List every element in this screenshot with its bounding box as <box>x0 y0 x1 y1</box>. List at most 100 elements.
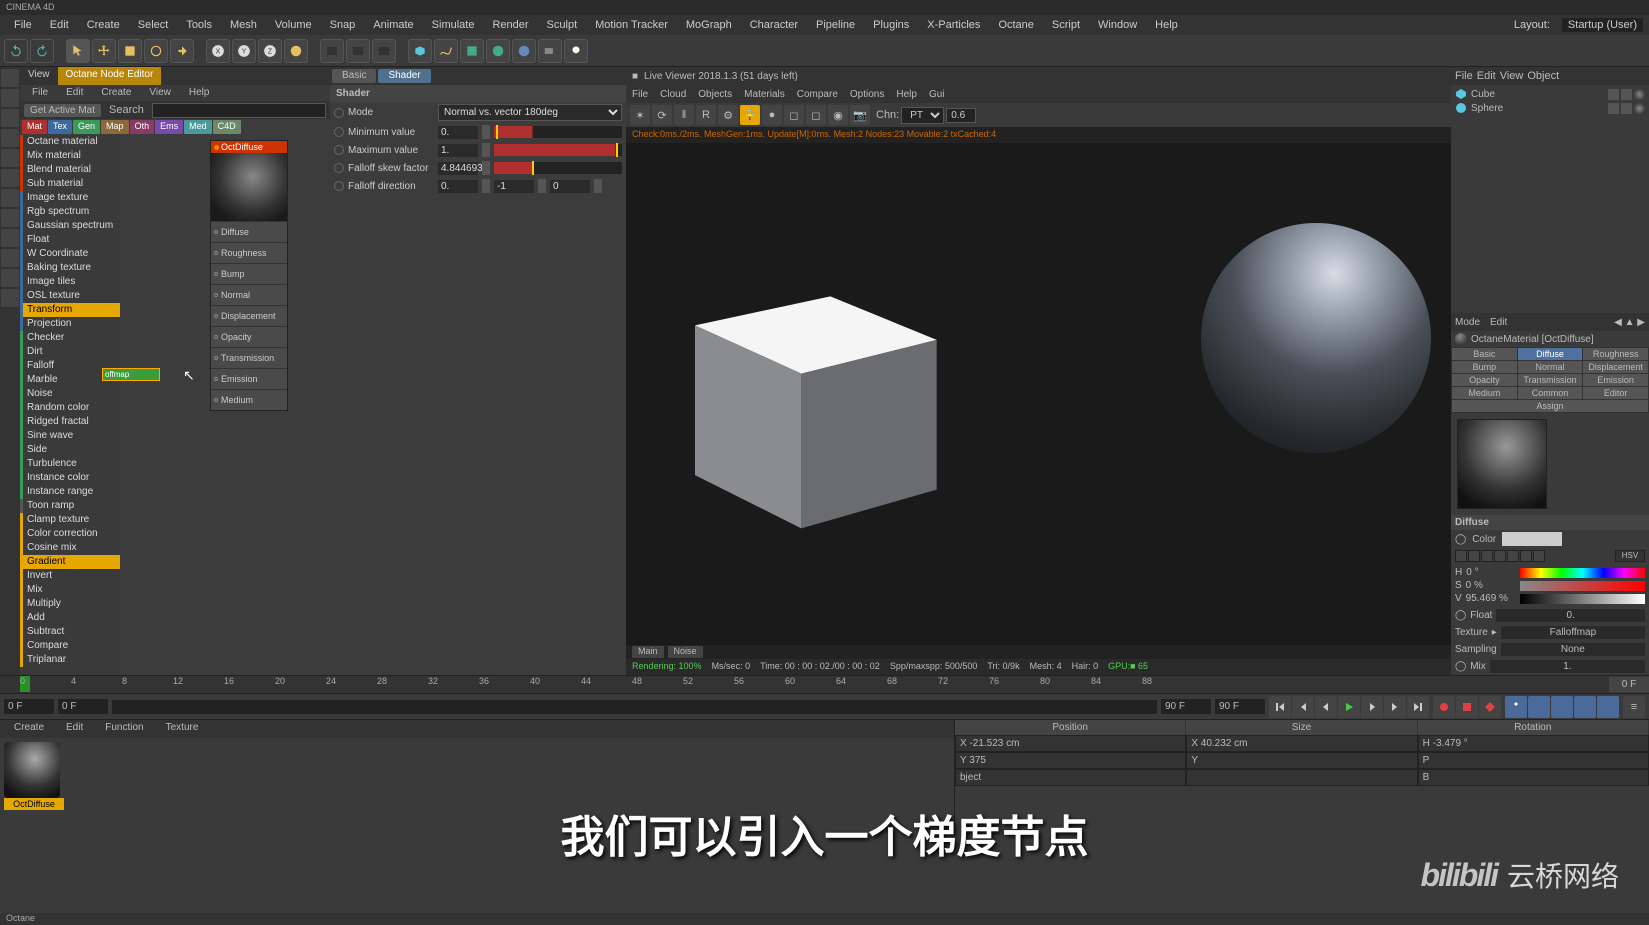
get-active-mat-button[interactable]: Get Active Mat <box>24 104 101 117</box>
dragging-node[interactable]: offmap <box>102 368 160 381</box>
scale-key-button[interactable] <box>1528 696 1550 718</box>
node-type-instance-color[interactable]: Instance color <box>20 471 120 485</box>
sat-slider[interactable] <box>1520 581 1645 591</box>
attr-tab-assign[interactable]: Assign <box>1452 400 1648 412</box>
menu-octane[interactable]: Octane <box>990 17 1041 33</box>
skew-value[interactable]: 4.844693 <box>438 162 478 175</box>
primitive-cube-button[interactable] <box>408 39 432 63</box>
vw-menu-materials[interactable]: Materials <box>744 89 785 100</box>
ne-menu-file[interactable]: File <box>24 86 56 100</box>
node-type-baking-texture[interactable]: Baking texture <box>20 261 120 275</box>
poly-mode-icon[interactable] <box>1 169 19 187</box>
scale-tool[interactable] <box>118 39 142 63</box>
menu-create[interactable]: Create <box>79 17 128 33</box>
layout-dropdown[interactable]: Startup (User) <box>1562 18 1643 32</box>
attr-tab-editor[interactable]: Editor <box>1583 387 1648 399</box>
attr-tab-diffuse[interactable]: Diffuse <box>1518 348 1583 360</box>
menu-select[interactable]: Select <box>130 17 177 33</box>
render-button[interactable] <box>320 39 344 63</box>
sat-value[interactable]: 0 % <box>1466 580 1516 591</box>
light-button[interactable] <box>564 39 588 63</box>
chn-dropdown[interactable]: PT <box>901 107 944 124</box>
mode-dropdown[interactable]: Normal vs. vector 180deg <box>438 104 622 121</box>
play-button[interactable] <box>1338 696 1360 718</box>
max-value[interactable]: 1. <box>438 144 478 157</box>
move-tool[interactable] <box>92 39 116 63</box>
timeline-options-button[interactable]: ≡ <box>1623 696 1645 718</box>
vw-render-icon[interactable]: ✶ <box>630 105 650 125</box>
attr-tab-displacement[interactable]: Displacement <box>1583 361 1648 373</box>
node-type-triplanar[interactable]: Triplanar <box>20 653 120 667</box>
filter-c4d[interactable]: C4D <box>213 120 241 134</box>
node-type-transform[interactable]: Transform <box>20 303 120 317</box>
render-settings-button[interactable] <box>372 39 396 63</box>
vw-region-icon[interactable]: R <box>696 105 716 125</box>
vw-sphere-icon[interactable]: ● <box>762 105 782 125</box>
end-frame-field1[interactable]: 90 F <box>1161 699 1211 714</box>
pla-key-button[interactable] <box>1597 696 1619 718</box>
dir-z-spin[interactable] <box>594 179 602 193</box>
attr-tab-emission[interactable]: Emission <box>1583 374 1648 386</box>
node-type-mix-material[interactable]: Mix material <box>20 149 120 163</box>
max-spinner[interactable] <box>482 143 490 157</box>
min-slider[interactable] <box>494 126 622 138</box>
sphere-tag1[interactable] <box>1608 103 1619 114</box>
max-radio[interactable] <box>334 145 344 155</box>
node-type-blend-material[interactable]: Blend material <box>20 163 120 177</box>
node-type-add[interactable]: Add <box>20 611 120 625</box>
rot-p[interactable]: P <box>1418 752 1649 769</box>
menu-edit[interactable]: Edit <box>42 17 77 33</box>
menu-mograph[interactable]: MoGraph <box>678 17 740 33</box>
hue-slider[interactable] <box>1520 568 1645 578</box>
attr-nav-icons[interactable]: ◀ ▲ ▶ <box>1614 317 1645 328</box>
chn-num[interactable] <box>946 108 976 123</box>
menu-tools[interactable]: Tools <box>178 17 220 33</box>
ne-menu-create[interactable]: Create <box>93 86 139 100</box>
node-type-sine-wave[interactable]: Sine wave <box>20 429 120 443</box>
rot-key-button[interactable] <box>1551 696 1573 718</box>
material-node[interactable]: OctDiffuse DiffuseRoughnessBumpNormalDis… <box>210 140 288 411</box>
vw-menu-cloud[interactable]: Cloud <box>660 89 686 100</box>
node-type-float[interactable]: Float <box>20 233 120 247</box>
workplane-icon[interactable] <box>1 209 19 227</box>
node-type-mix[interactable]: Mix <box>20 583 120 597</box>
dir-z[interactable]: 0 <box>550 180 590 193</box>
mat-menu-function[interactable]: Function <box>95 721 153 737</box>
cube-tag1[interactable] <box>1608 89 1619 100</box>
attr-tab-basic[interactable]: Basic <box>1452 348 1517 360</box>
node-slot-normal[interactable]: Normal <box>211 284 287 305</box>
ne-menu-help[interactable]: Help <box>181 86 218 100</box>
node-type-ridged-fractal[interactable]: Ridged fractal <box>20 415 120 429</box>
menu-volume[interactable]: Volume <box>267 17 320 33</box>
vw-pick-icon[interactable]: ◻ <box>784 105 804 125</box>
next-key-button[interactable] <box>1384 696 1406 718</box>
node-type-image-tiles[interactable]: Image tiles <box>20 275 120 289</box>
node-type-gaussian-spectrum[interactable]: Gaussian spectrum <box>20 219 120 233</box>
render-region-button[interactable] <box>346 39 370 63</box>
menu-motion-tracker[interactable]: Motion Tracker <box>587 17 676 33</box>
node-type-invert[interactable]: Invert <box>20 569 120 583</box>
menu-plugins[interactable]: Plugins <box>865 17 917 33</box>
timeline-track[interactable] <box>112 700 1157 714</box>
snap-icon[interactable] <box>1 229 19 247</box>
menu-animate[interactable]: Animate <box>365 17 421 33</box>
attr-tab-bump[interactable]: Bump <box>1452 361 1517 373</box>
attr-menu-edit[interactable]: Edit <box>1490 317 1507 328</box>
vw-menu-help[interactable]: Help <box>896 89 917 100</box>
pos-key-button[interactable] <box>1505 696 1527 718</box>
spline-button[interactable] <box>434 39 458 63</box>
node-type-toon-ramp[interactable]: Toon ramp <box>20 499 120 513</box>
node-category-list[interactable]: Octane materialMix materialBlend materia… <box>20 135 120 675</box>
point-mode-icon[interactable] <box>1 129 19 147</box>
vw-lock-icon[interactable]: 🔒 <box>740 105 760 125</box>
attr-tab-opacity[interactable]: Opacity <box>1452 374 1517 386</box>
node-graph-canvas[interactable]: offmap ↖ OctDiffuse DiffuseRoughnessBump… <box>120 135 330 675</box>
color-swatch[interactable] <box>1502 532 1562 546</box>
sampling-value[interactable]: None <box>1501 643 1645 656</box>
pos-y[interactable]: Y 375 <box>955 752 1186 769</box>
autokey-button[interactable] <box>1456 696 1478 718</box>
val-value[interactable]: 95.469 % <box>1466 593 1516 604</box>
node-type-turbulence[interactable]: Turbulence <box>20 457 120 471</box>
search-input[interactable] <box>152 103 326 118</box>
node-type-rgb-spectrum[interactable]: Rgb spectrum <box>20 205 120 219</box>
